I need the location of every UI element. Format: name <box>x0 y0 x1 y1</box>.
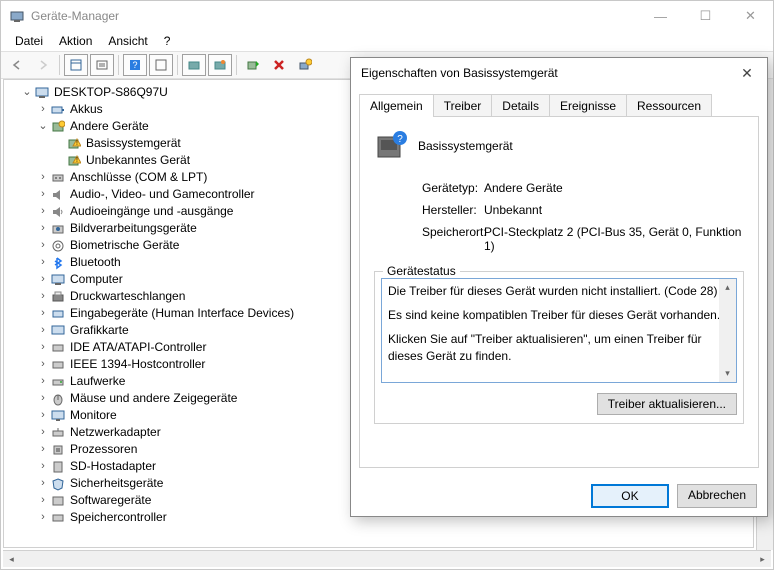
hid-icon <box>50 306 66 322</box>
port-icon <box>50 170 66 186</box>
forward-button[interactable] <box>31 54 55 76</box>
toolbar-scan-btn[interactable] <box>241 54 265 76</box>
scroll-left-button[interactable]: ◂ <box>3 551 20 568</box>
display-icon <box>50 323 66 339</box>
menu-ansicht[interactable]: Ansicht <box>100 32 155 50</box>
ok-button[interactable]: OK <box>591 484 669 508</box>
dialog-title: Eigenschaften von Basissystemgerät <box>361 66 727 80</box>
scroll-up-button[interactable]: ▴ <box>719 279 736 296</box>
speaker-icon <box>50 187 66 203</box>
window-title: Geräte-Manager <box>31 9 638 23</box>
minimize-button[interactable]: — <box>638 1 683 31</box>
horizontal-scrollbar[interactable]: ◂ ▸ <box>3 550 771 567</box>
status-fieldset: Gerätestatus Die Treiber für dieses Gerä… <box>374 271 744 424</box>
close-button[interactable]: ✕ <box>728 1 773 31</box>
maximize-button[interactable]: ☐ <box>683 1 728 31</box>
menu-aktion[interactable]: Aktion <box>51 32 100 50</box>
tab-details[interactable]: Details <box>491 94 550 117</box>
imaging-icon <box>50 221 66 237</box>
toolbar-btn-5[interactable] <box>182 54 206 76</box>
dialog-close-button[interactable]: ✕ <box>727 58 767 88</box>
sd-icon <box>50 459 66 475</box>
security-icon <box>50 476 66 492</box>
cancel-button[interactable]: Abbrechen <box>677 484 757 508</box>
toolbar-btn-4[interactable] <box>149 54 173 76</box>
storage-icon <box>50 510 66 526</box>
tabstrip: Allgemein Treiber Details Ereignisse Res… <box>359 94 759 117</box>
toolbar-btn-1[interactable] <box>64 54 88 76</box>
status-line-1: Die Treiber für dieses Gerät wurden nich… <box>388 283 730 299</box>
cpu-icon <box>50 442 66 458</box>
label-type: Gerätetyp: <box>374 181 484 195</box>
svg-text:?: ? <box>397 134 403 145</box>
battery-icon <box>50 102 66 118</box>
warning-device-icon: ! <box>66 153 82 169</box>
titlebar: Geräte-Manager — ☐ ✕ <box>1 1 773 31</box>
drive-icon <box>50 374 66 390</box>
warning-device-icon: ! <box>66 136 82 152</box>
value-vendor: Unbekannt <box>484 203 744 217</box>
status-line-2: Es sind keine kompatiblen Treiber für di… <box>388 307 730 323</box>
toolbar-delete-btn[interactable] <box>267 54 291 76</box>
scroll-down-button[interactable]: ▾ <box>719 365 736 382</box>
computer-icon <box>34 85 50 101</box>
properties-dialog: Eigenschaften von Basissystemgerät ✕ All… <box>350 57 768 517</box>
svg-text:!: ! <box>76 157 78 164</box>
pc-icon <box>50 272 66 288</box>
network-icon <box>50 425 66 441</box>
device-name-label: Basissystemgerät <box>418 139 513 153</box>
monitor-icon <box>50 408 66 424</box>
printer-icon <box>50 289 66 305</box>
toolbar-refresh-btn[interactable] <box>293 54 317 76</box>
back-button[interactable] <box>5 54 29 76</box>
status-scrollbar[interactable]: ▴ ▾ <box>719 279 736 382</box>
tab-treiber[interactable]: Treiber <box>433 94 493 117</box>
audio-io-icon <box>50 204 66 220</box>
menu-datei[interactable]: Datei <box>7 32 51 50</box>
device-big-icon: ? <box>374 129 408 163</box>
mouse-icon <box>50 391 66 407</box>
toolbar-btn-2[interactable] <box>90 54 114 76</box>
toolbar-btn-6[interactable] <box>208 54 232 76</box>
tab-allgemein[interactable]: Allgemein <box>359 94 434 117</box>
app-icon <box>9 8 25 24</box>
value-location: PCI-Steckplatz 2 (PCI-Bus 35, Gerät 0, F… <box>484 225 744 253</box>
menubar: Datei Aktion Ansicht ? <box>1 31 773 51</box>
status-line-3: Klicken Sie auf "Treiber aktualisieren",… <box>388 331 730 363</box>
label-vendor: Hersteller: <box>374 203 484 217</box>
ide-icon <box>50 340 66 356</box>
status-textbox[interactable]: Die Treiber für dieses Gerät wurden nich… <box>381 278 737 383</box>
label-location: Speicherort: <box>374 225 484 253</box>
update-driver-button[interactable]: Treiber aktualisieren... <box>597 393 737 415</box>
toolbar-help-btn[interactable]: ? <box>123 54 147 76</box>
tab-ressourcen[interactable]: Ressourcen <box>626 94 712 117</box>
dialog-titlebar[interactable]: Eigenschaften von Basissystemgerät ✕ <box>351 58 767 88</box>
value-type: Andere Geräte <box>484 181 744 195</box>
bluetooth-icon <box>50 255 66 271</box>
biometric-icon <box>50 238 66 254</box>
svg-text:!: ! <box>76 140 78 147</box>
other-icon <box>50 119 66 135</box>
svg-text:?: ? <box>132 60 137 70</box>
software-icon <box>50 493 66 509</box>
tab-panel-allgemein: ? Basissystemgerät Gerätetyp:Andere Gerä… <box>359 116 759 468</box>
menu-help[interactable]: ? <box>156 32 179 50</box>
status-legend: Gerätestatus <box>383 264 460 278</box>
scroll-right-button[interactable]: ▸ <box>754 551 771 568</box>
tab-ereignisse[interactable]: Ereignisse <box>549 94 627 117</box>
ieee-icon <box>50 357 66 373</box>
